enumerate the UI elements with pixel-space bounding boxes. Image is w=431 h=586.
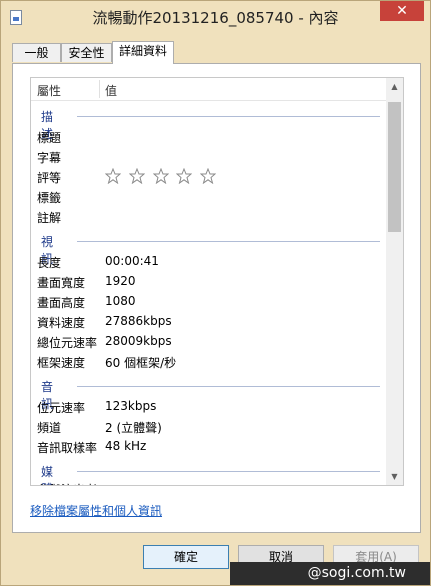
property-name: 資料速度: [37, 316, 86, 330]
list-item[interactable]: 參與演出者: [37, 479, 377, 485]
property-value: 27886kbps: [105, 314, 172, 328]
property-name: 註解: [37, 211, 62, 225]
rating-stars[interactable]: [105, 168, 220, 187]
scroll-down-arrow-icon[interactable]: ▼: [386, 468, 403, 485]
property-name: 框架速度: [37, 356, 86, 370]
property-name: 畫面高度: [37, 296, 86, 310]
tab-security[interactable]: 安全性: [61, 43, 112, 62]
scroll-up-arrow-icon[interactable]: ▲: [386, 78, 403, 95]
column-divider[interactable]: [99, 80, 100, 98]
property-name: 字幕: [37, 151, 62, 165]
list-item[interactable]: 總位元速率 28009kbps: [37, 332, 377, 352]
property-value: 1920: [105, 274, 136, 288]
property-name: 標題: [37, 131, 62, 145]
title-bar[interactable]: 流暢動作20131216_085740 - 內容 ✕: [1, 1, 430, 35]
list-item[interactable]: 音訊取樣率 48 kHz: [37, 437, 377, 457]
list-item[interactable]: 位元速率 123kbps: [37, 397, 377, 417]
star-icon[interactable]: [105, 168, 121, 184]
star-icon[interactable]: [176, 168, 193, 184]
list-item[interactable]: 資料速度 27886kbps: [37, 312, 377, 332]
list-header: 屬性 值: [31, 78, 386, 101]
list-item[interactable]: 標題: [37, 127, 377, 147]
group-divider: [77, 116, 380, 117]
group-divider: [77, 471, 380, 472]
tab-general[interactable]: 一般: [12, 43, 61, 62]
star-icon[interactable]: [200, 168, 217, 184]
star-icon[interactable]: [128, 168, 145, 184]
property-value: 48 kHz: [105, 439, 147, 453]
property-value: 2 (立體聲): [105, 421, 162, 435]
property-name: 評等: [37, 171, 62, 185]
property-name: 標籤: [37, 191, 62, 205]
property-value: 28009kbps: [105, 334, 172, 348]
vertical-scrollbar[interactable]: ▲ ▼: [386, 78, 403, 485]
list-item[interactable]: 畫面寬度 1920: [37, 272, 377, 292]
properties-window: 流暢動作20131216_085740 - 內容 ✕ 一般 安全性 詳細資料 屬…: [0, 0, 431, 586]
property-value: 60 個框架/秒: [105, 356, 177, 370]
property-list[interactable]: 屬性 值 描述 標題 字幕 評等 標籤 註解 視訊 長度 00:00:41 畫面…: [30, 77, 404, 486]
list-item[interactable]: 頻道 2 (立體聲): [37, 417, 377, 437]
tab-details[interactable]: 詳細資料: [112, 41, 174, 64]
list-item[interactable]: 評等: [37, 167, 377, 187]
group-divider: [77, 241, 380, 242]
ok-button[interactable]: 確定: [143, 545, 229, 569]
property-name: 位元速率: [37, 401, 86, 415]
list-item[interactable]: 字幕: [37, 147, 377, 167]
property-name: 參與演出者: [37, 481, 97, 485]
list-item[interactable]: 註解: [37, 207, 377, 227]
list-item[interactable]: 長度 00:00:41: [37, 252, 377, 272]
property-name: 長度: [37, 256, 62, 270]
close-button[interactable]: ✕: [380, 1, 424, 21]
watermark: @sogi.com.tw: [230, 562, 430, 585]
list-item[interactable]: 畫面高度 1080: [37, 292, 377, 312]
column-header-property[interactable]: 屬性: [37, 82, 61, 99]
property-name: 總位元速率: [37, 336, 98, 350]
property-name: 頻道: [37, 421, 62, 435]
column-header-value[interactable]: 值: [105, 82, 117, 99]
property-name: 畫面寬度: [37, 276, 86, 290]
scrollbar-thumb[interactable]: [388, 102, 401, 232]
list-item[interactable]: 標籤: [37, 187, 377, 207]
property-value: 00:00:41: [105, 254, 159, 268]
list-item[interactable]: 框架速度 60 個框架/秒: [37, 352, 377, 372]
remove-properties-link[interactable]: 移除檔案屬性和個人資訊: [30, 502, 162, 519]
group-divider: [77, 386, 380, 387]
property-value: 1080: [105, 294, 136, 308]
window-title: 流暢動作20131216_085740 - 內容: [92, 9, 339, 27]
star-icon[interactable]: [152, 168, 169, 184]
details-panel: 屬性 值 描述 標題 字幕 評等 標籤 註解 視訊 長度 00:00:41 畫面…: [12, 63, 421, 533]
property-value: 123kbps: [105, 399, 157, 413]
property-name: 音訊取樣率: [37, 441, 98, 455]
